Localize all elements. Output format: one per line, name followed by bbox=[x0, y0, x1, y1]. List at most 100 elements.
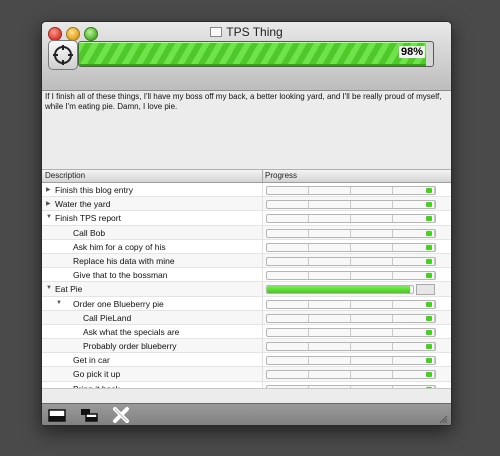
disclosure-expanded-icon[interactable]: ▼ bbox=[56, 300, 62, 306]
table-row[interactable]: Probably order blueberry bbox=[42, 339, 451, 354]
table-row[interactable]: ▶ Water the yard bbox=[42, 197, 451, 212]
column-divider bbox=[262, 353, 263, 367]
row-progress-complete-marker bbox=[426, 216, 432, 222]
row-progress-bar[interactable] bbox=[266, 186, 436, 195]
overall-progress-label: 98% bbox=[398, 46, 425, 58]
target-icon bbox=[53, 45, 73, 65]
progress-tick-marks bbox=[267, 272, 435, 280]
progress-tick-marks bbox=[267, 300, 435, 308]
overall-progress-bar: 98% bbox=[78, 41, 434, 67]
row-progress-complete-marker bbox=[426, 244, 432, 250]
column-divider bbox=[262, 268, 263, 282]
column-divider bbox=[262, 170, 263, 182]
progress-tick-marks bbox=[267, 357, 435, 365]
row-progress-complete-marker bbox=[426, 344, 432, 350]
row-description: Eat Pie bbox=[55, 284, 83, 295]
add-subitem-button[interactable] bbox=[80, 407, 98, 423]
delete-icon bbox=[113, 407, 129, 423]
row-progress-bar[interactable] bbox=[266, 356, 436, 366]
row-progress-bar[interactable] bbox=[266, 327, 436, 337]
disclosure-expanded-icon[interactable]: ▼ bbox=[46, 285, 52, 291]
row-description: Finish this blog entry bbox=[55, 185, 133, 195]
table-header: Description Progress bbox=[42, 170, 451, 183]
row-progress-bar[interactable] bbox=[266, 285, 414, 295]
column-divider bbox=[262, 211, 263, 225]
table-row[interactable]: ▼ Order one Blueberry pie bbox=[42, 296, 451, 311]
row-description: Call PieLand bbox=[83, 312, 132, 323]
row-progress-complete-marker bbox=[426, 202, 432, 208]
table-row[interactable]: Give that to the bossman bbox=[42, 268, 451, 283]
delete-button[interactable] bbox=[112, 407, 130, 423]
column-header-description[interactable]: Description bbox=[45, 171, 85, 180]
row-progress-complete-marker bbox=[426, 301, 432, 307]
row-progress-complete-marker bbox=[426, 273, 432, 279]
add-subitem-icon bbox=[81, 409, 98, 422]
column-divider bbox=[262, 310, 263, 324]
progress-tick-marks bbox=[267, 187, 435, 194]
row-progress-fill bbox=[267, 286, 411, 294]
column-divider bbox=[262, 239, 263, 253]
row-description: Probably order blueberry bbox=[83, 341, 177, 352]
row-description: Get in car bbox=[73, 355, 110, 366]
column-header-progress[interactable]: Progress bbox=[265, 171, 297, 180]
overall-progress-fill bbox=[79, 42, 426, 66]
table-row[interactable]: Replace his data with mine bbox=[42, 253, 451, 269]
row-description: Replace his data with mine bbox=[73, 255, 175, 266]
column-divider bbox=[262, 282, 263, 296]
row-progress-bar[interactable] bbox=[266, 200, 436, 210]
row-progress-bar[interactable] bbox=[266, 214, 436, 224]
notes-text: If I finish all of these things, I'll ha… bbox=[45, 92, 442, 111]
table-row[interactable]: Get in car bbox=[42, 353, 451, 368]
row-progress-bar[interactable] bbox=[266, 313, 436, 323]
column-divider bbox=[262, 197, 263, 211]
row-description: Water the yard bbox=[55, 199, 111, 210]
row-description: Give that to the bossman bbox=[73, 270, 168, 281]
table-row[interactable]: Call PieLand bbox=[42, 310, 451, 325]
row-progress-bar[interactable] bbox=[266, 370, 436, 380]
row-progress-bar[interactable] bbox=[266, 299, 436, 309]
add-item-button[interactable] bbox=[48, 407, 66, 423]
row-progress-complete-marker bbox=[426, 372, 432, 378]
window-title: TPS Thing bbox=[226, 25, 283, 39]
progress-tick-marks bbox=[267, 257, 435, 265]
titlebar: TPS Thing 98% bbox=[42, 22, 451, 91]
resize-grip-icon[interactable] bbox=[438, 414, 448, 424]
row-description: Order one Blueberry pie bbox=[73, 298, 164, 309]
disclosure-expanded-icon[interactable]: ▼ bbox=[46, 214, 52, 220]
row-progress-remainder bbox=[416, 284, 435, 296]
column-divider bbox=[262, 339, 263, 353]
table-row[interactable]: Ask him for a copy of his bbox=[42, 239, 451, 254]
row-progress-complete-marker bbox=[426, 230, 432, 236]
row-progress-bar[interactable] bbox=[266, 271, 436, 281]
row-description: Ask him for a copy of his bbox=[73, 241, 166, 252]
row-description: Go pick it up bbox=[73, 369, 121, 380]
row-description: Finish TPS report bbox=[55, 213, 121, 224]
table-row[interactable]: Go pick it up bbox=[42, 367, 451, 382]
row-progress-complete-marker bbox=[426, 329, 432, 335]
row-progress-complete-marker bbox=[426, 315, 432, 321]
column-divider bbox=[262, 296, 263, 310]
table-row[interactable]: ▶ Finish this blog entry bbox=[42, 183, 451, 198]
table-row[interactable]: Ask what the specials are bbox=[42, 324, 451, 340]
row-description: Ask what the specials are bbox=[83, 326, 180, 337]
row-progress-bar[interactable] bbox=[266, 342, 436, 352]
disclosure-collapsed-icon[interactable]: ▶ bbox=[46, 200, 51, 207]
row-progress-complete-marker bbox=[426, 188, 432, 193]
column-divider bbox=[262, 183, 263, 197]
progress-tick-marks bbox=[267, 201, 435, 209]
document-icon bbox=[210, 27, 223, 37]
row-progress-complete-marker bbox=[426, 358, 432, 364]
add-item-icon bbox=[48, 409, 66, 422]
target-button[interactable] bbox=[48, 40, 78, 70]
table-row[interactable]: ▼ Eat Pie bbox=[42, 282, 451, 297]
table-row[interactable]: ▼ Finish TPS report bbox=[42, 211, 451, 226]
table-row[interactable]: Call Bob bbox=[42, 225, 451, 240]
row-progress-bar[interactable] bbox=[266, 228, 436, 238]
disclosure-collapsed-icon[interactable]: ▶ bbox=[46, 186, 51, 193]
row-progress-bar[interactable] bbox=[266, 256, 436, 266]
progress-tick-marks bbox=[267, 343, 435, 351]
row-description: Call Bob bbox=[73, 227, 106, 238]
row-progress-bar[interactable] bbox=[266, 242, 436, 252]
table-body: ▶ Finish this blog entry ▶ Water the yard ▼ F… bbox=[42, 183, 451, 410]
notes-text-area[interactable]: If I finish all of these things, I'll ha… bbox=[42, 91, 451, 170]
